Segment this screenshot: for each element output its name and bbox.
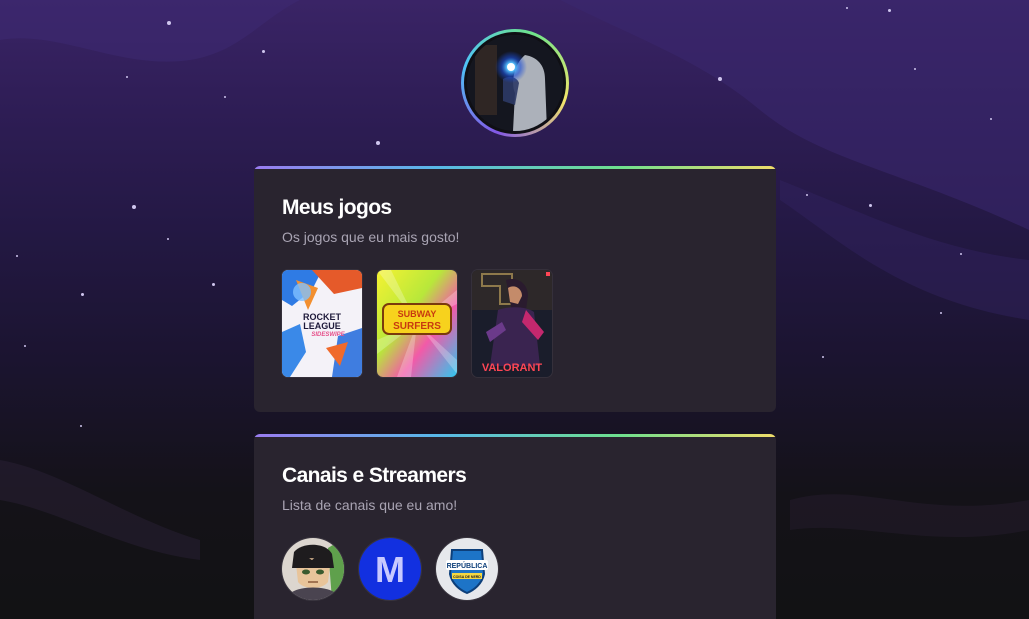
profile-avatar[interactable] — [461, 29, 569, 137]
svg-text:SIDESWIPE: SIDESWIPE — [311, 332, 345, 338]
svg-text:REPÚBLICA: REPÚBLICA — [447, 561, 488, 570]
channel-republica[interactable]: REPÚBLICA COISA DE NERD — [436, 538, 498, 600]
channels-list: M REPÚBLICA COISA DE NERD — [282, 538, 748, 600]
channel-m-logo[interactable]: M — [359, 538, 421, 600]
streamers-card: Canais e Streamers Lista de canais que e… — [254, 434, 776, 619]
svg-text:COISA DE NERD: COISA DE NERD — [453, 575, 481, 579]
streamers-card-title: Canais e Streamers — [282, 464, 467, 487]
channel-anime-avatar[interactable] — [282, 538, 344, 600]
svg-text:M: M — [375, 549, 405, 590]
svg-text:LEAGUE: LEAGUE — [303, 321, 341, 331]
subway-surfers-logo: SUBWAY — [398, 309, 437, 319]
games-list: ROCKET LEAGUE SIDESWIPE SUBWAY SURFERS V… — [282, 270, 748, 377]
game-rocket-league[interactable]: ROCKET LEAGUE SIDESWIPE — [282, 270, 362, 377]
profile-photo — [467, 35, 563, 131]
games-card-title: Meus jogos — [282, 196, 392, 219]
streamers-card-subtitle: Lista de canais que eu amo! — [282, 497, 458, 513]
games-card: Meus jogos Os jogos que eu mais gosto! R… — [254, 166, 776, 412]
games-card-subtitle: Os jogos que eu mais gosto! — [282, 229, 460, 245]
avatar-frame — [464, 32, 566, 134]
svg-text:SURFERS: SURFERS — [393, 321, 441, 332]
game-valorant[interactable]: VALORANT — [472, 270, 552, 377]
game-subway-surfers[interactable]: SUBWAY SURFERS — [377, 270, 457, 377]
valorant-logo: VALORANT — [482, 362, 543, 374]
